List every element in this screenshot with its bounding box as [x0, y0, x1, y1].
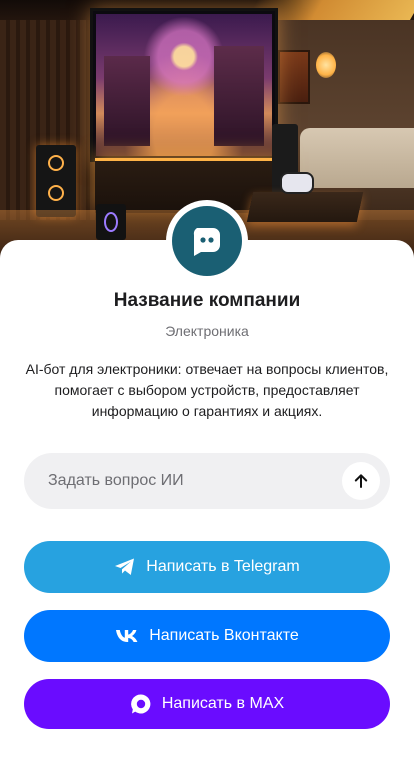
company-name: Название компании [113, 290, 301, 311]
send-button[interactable] [342, 462, 380, 500]
company-category: Электроника [165, 323, 249, 339]
write-max-button[interactable]: Написать в MAX [24, 679, 390, 729]
hero-lamp [316, 52, 336, 78]
hero-tv-screen [96, 14, 272, 156]
ask-ai-box [24, 453, 390, 509]
write-vk-button[interactable]: Написать Вконтакте [24, 610, 390, 662]
hero-tv [90, 8, 278, 162]
write-telegram-label: Написать в Telegram [146, 558, 300, 575]
hero-wall-art [278, 50, 310, 104]
company-description: AI-бот для электроники: отвечает на вопр… [25, 361, 389, 419]
hero-tv-building-right [214, 46, 264, 146]
avatar [166, 200, 248, 282]
write-max-label: Написать в MAX [161, 695, 285, 712]
ask-ai-input[interactable] [48, 453, 348, 509]
hero-sofa [300, 128, 414, 188]
avatar-circle [172, 206, 242, 276]
chat-bot-icon [193, 228, 220, 256]
write-vk-label: Написать Вконтакте [149, 627, 299, 644]
arrow-up-icon [354, 474, 368, 488]
hero-vr-headset [280, 172, 314, 194]
hero-speaker-small [96, 204, 126, 240]
hero-speaker-left [36, 145, 76, 217]
max-icon [130, 693, 152, 715]
hero-coffee-table [246, 192, 364, 222]
hero-tv-building-left [104, 56, 150, 146]
vk-icon [115, 629, 139, 643]
page: Название компании Электроника AI-бот для… [0, 0, 414, 770]
write-telegram-button[interactable]: Написать в Telegram [24, 541, 390, 593]
telegram-icon [114, 557, 136, 577]
